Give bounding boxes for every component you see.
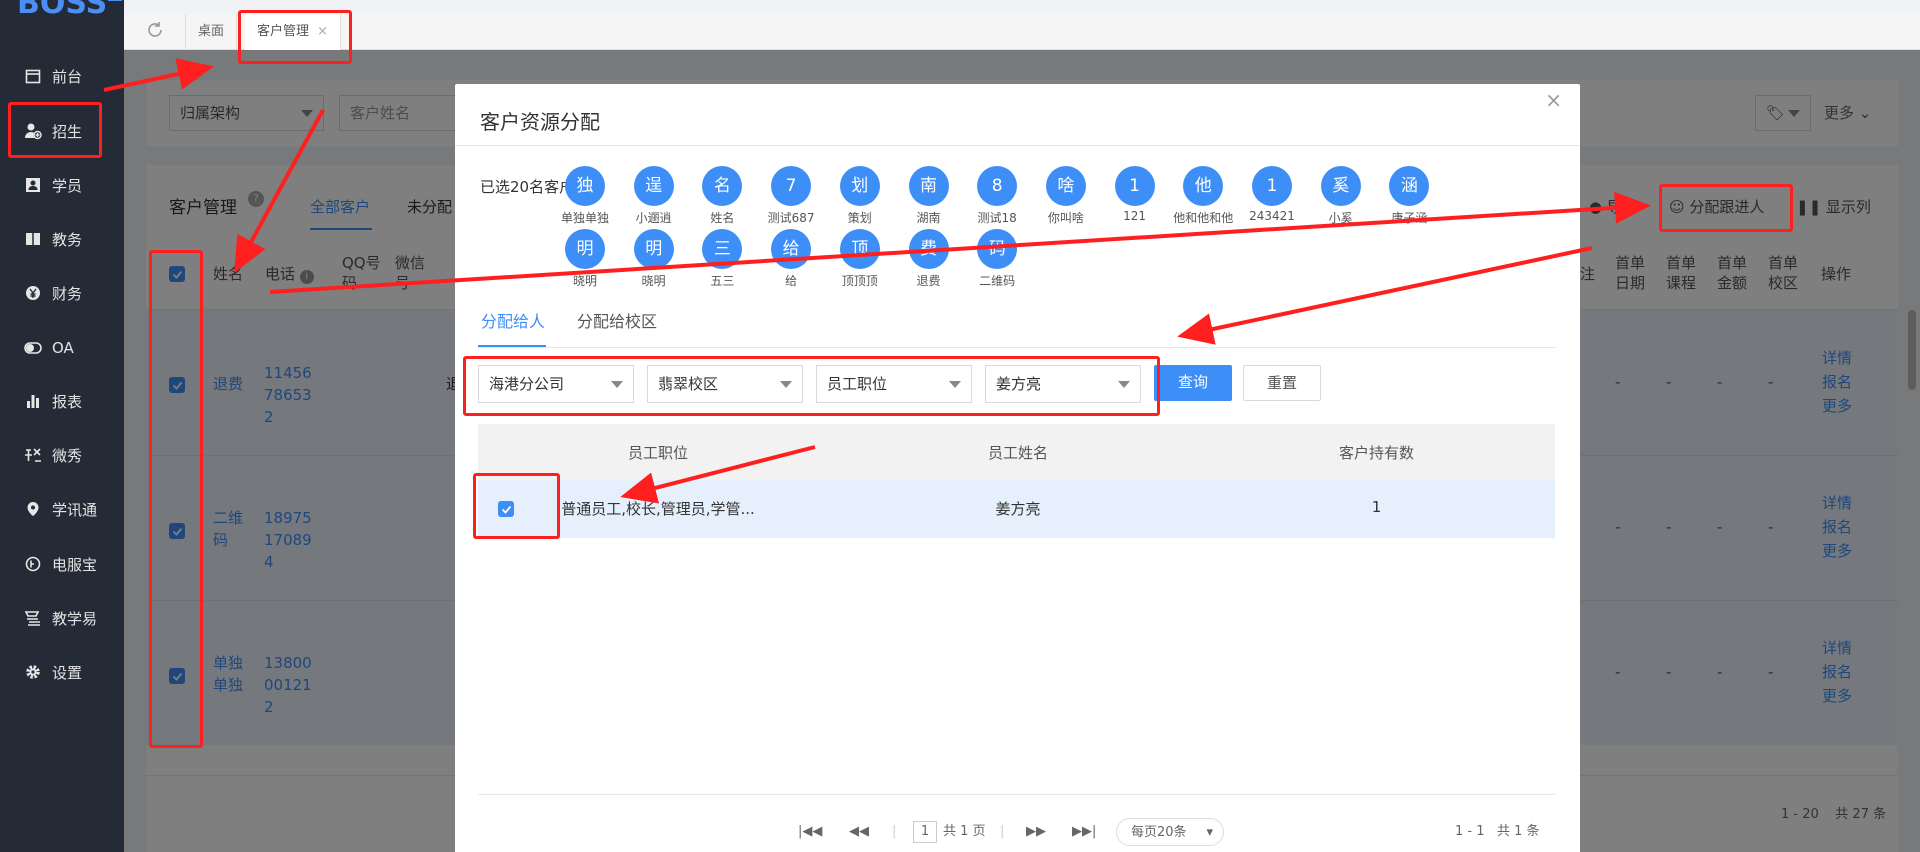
arrow <box>1177 246 1593 345</box>
arrow <box>234 109 325 274</box>
arrow <box>620 445 816 504</box>
annotation-arrows <box>103 58 1651 504</box>
arrow <box>103 58 214 92</box>
